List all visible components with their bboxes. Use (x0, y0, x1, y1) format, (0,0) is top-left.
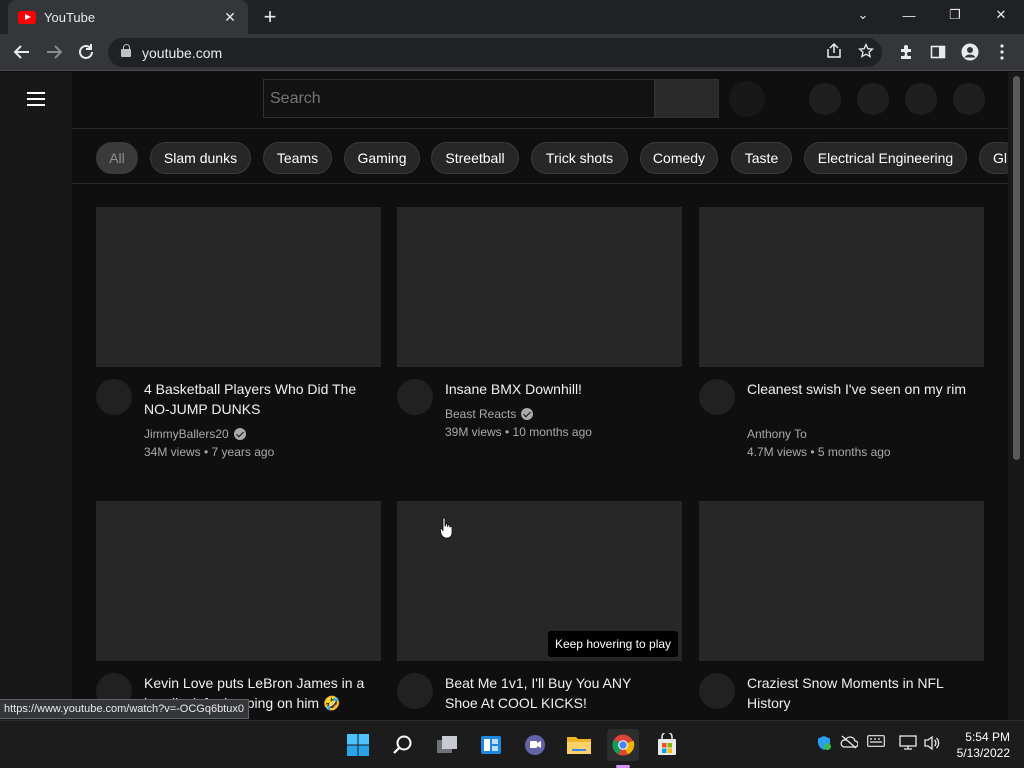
channel-avatar-5[interactable] (397, 673, 433, 709)
network-icon[interactable] (899, 735, 917, 754)
chip-bar: All Slam dunks Teams Gaming Streetball T… (72, 128, 1008, 184)
share-icon[interactable] (818, 42, 850, 63)
guide-sidebar (0, 72, 72, 720)
video-thumbnail-3[interactable] (699, 207, 984, 367)
verified-icon (233, 428, 246, 440)
minimize-button[interactable]: — (886, 0, 932, 30)
reload-icon[interactable] (74, 40, 98, 64)
back-icon[interactable] (10, 40, 34, 64)
clock-time: 5:54 PM (965, 730, 1010, 744)
video-title-2[interactable]: Insane BMX Downhill! (445, 379, 667, 399)
video-title-3[interactable]: Cleanest swish I've seen on my rim (747, 379, 969, 399)
channel-avatar-1[interactable] (96, 379, 132, 415)
chip-partial[interactable]: Gl (979, 142, 1008, 174)
video-title-1[interactable]: 4 Basketball Players Who Did The NO-JUMP… (144, 379, 366, 419)
chip-electrical-engineering[interactable]: Electrical Engineering (804, 142, 967, 174)
voice-search-button[interactable] (729, 81, 765, 117)
chip-taste[interactable]: Taste (731, 142, 792, 174)
video-thumbnail-6[interactable] (699, 501, 984, 661)
apps-icon[interactable] (857, 83, 889, 115)
clock-date: 5/13/2022 (956, 746, 1010, 760)
browser-toolbar: youtube.com (0, 34, 1024, 71)
chip-all[interactable]: All (96, 142, 138, 174)
keyboard-icon[interactable] (867, 735, 885, 750)
bookmark-star-icon[interactable] (850, 42, 882, 63)
windows-start-icon[interactable] (342, 729, 374, 761)
system-clock[interactable]: 5:54 PM 5/13/2022 (957, 729, 1010, 761)
channel-name-3[interactable]: Anthony To (747, 427, 807, 441)
volume-icon[interactable] (923, 735, 941, 754)
page-scrollbar-track[interactable] (1008, 72, 1024, 720)
tab-youtube[interactable]: YouTube ✕ (8, 0, 248, 34)
youtube-favicon-icon (18, 10, 36, 24)
chip-slam-dunks[interactable]: Slam dunks (150, 142, 251, 174)
new-tab-button[interactable]: + (258, 5, 282, 29)
youtube-page: All Slam dunks Teams Gaming Streetball T… (0, 72, 1024, 720)
create-icon[interactable] (809, 83, 841, 115)
channel-name-text: Anthony To (747, 427, 807, 441)
channel-avatar-3[interactable] (699, 379, 735, 415)
channel-name-1[interactable]: JimmyBallers20 (144, 427, 246, 441)
restore-button[interactable]: ❐ (932, 0, 978, 30)
widgets-icon[interactable] (475, 729, 507, 761)
chip-streetball[interactable]: Streetball (431, 142, 519, 174)
file-explorer-icon[interactable] (563, 729, 595, 761)
tab-close-icon[interactable]: ✕ (222, 9, 238, 26)
hamburger-menu-icon[interactable] (27, 92, 45, 106)
teams-chat-icon[interactable] (519, 729, 551, 761)
chip-trick-shots[interactable]: Trick shots (531, 142, 628, 174)
tab-strip: YouTube ✕ + ⌄ — ❐ ✕ (0, 0, 1024, 34)
masthead (72, 72, 1008, 128)
verified-icon (521, 408, 534, 420)
channel-name-text: Beast Reacts (445, 407, 517, 421)
forward-icon[interactable] (42, 40, 66, 64)
search-input[interactable] (263, 79, 655, 118)
channel-name-text: JimmyBallers20 (144, 427, 229, 441)
chip-gaming[interactable]: Gaming (344, 142, 420, 174)
hand-cursor-icon (440, 517, 452, 539)
video-meta-2: 39M views • 10 months ago (445, 425, 592, 439)
link-status-bubble: https://www.youtube.com/watch?v=-OCGq6bt… (0, 699, 249, 719)
chip-teams[interactable]: Teams (263, 142, 332, 174)
page-scrollbar-thumb[interactable] (1013, 76, 1020, 460)
chrome-menu-icon[interactable] (990, 40, 1014, 64)
video-thumbnail-2[interactable] (397, 207, 682, 367)
profile-avatar-icon[interactable] (958, 40, 982, 64)
channel-avatar-6[interactable] (699, 673, 735, 709)
onedrive-icon[interactable] (840, 735, 859, 752)
address-url: youtube.com (142, 44, 223, 61)
search-icon[interactable] (387, 729, 419, 761)
video-title-5[interactable]: Beat Me 1v1, I'll Buy You ANY Shoe At CO… (445, 673, 667, 713)
chip-comedy[interactable]: Comedy (640, 142, 718, 174)
notifications-icon[interactable] (905, 83, 937, 115)
tab-search-button[interactable]: ⌄ (840, 0, 886, 30)
windows-taskbar: 5:54 PM 5/13/2022 (0, 720, 1024, 768)
channel-avatar-2[interactable] (397, 379, 433, 415)
video-thumbnail-1[interactable] (96, 207, 381, 367)
close-window-button[interactable]: ✕ (978, 0, 1024, 30)
extensions-icon[interactable] (894, 40, 918, 64)
video-meta-3: 4.7M views • 5 months ago (747, 445, 891, 459)
address-bar[interactable]: youtube.com (108, 38, 882, 67)
account-avatar[interactable] (953, 83, 985, 115)
video-meta-1: 34M views • 7 years ago (144, 445, 275, 459)
side-panel-icon[interactable] (926, 40, 950, 64)
video-title-6[interactable]: Craziest Snow Moments in NFL History (747, 673, 969, 713)
chrome-taskbar-icon[interactable] (607, 729, 639, 768)
defender-shield-icon[interactable] (816, 735, 832, 754)
hover-to-play-tooltip: Keep hovering to play (548, 631, 678, 657)
microsoft-store-icon[interactable] (651, 729, 683, 761)
video-thumbnail-4[interactable] (96, 501, 381, 661)
task-view-icon[interactable] (431, 729, 463, 761)
tab-title: YouTube (44, 9, 96, 25)
channel-name-2[interactable]: Beast Reacts (445, 407, 534, 421)
search-button[interactable] (655, 79, 719, 118)
lock-icon[interactable] (121, 43, 131, 57)
